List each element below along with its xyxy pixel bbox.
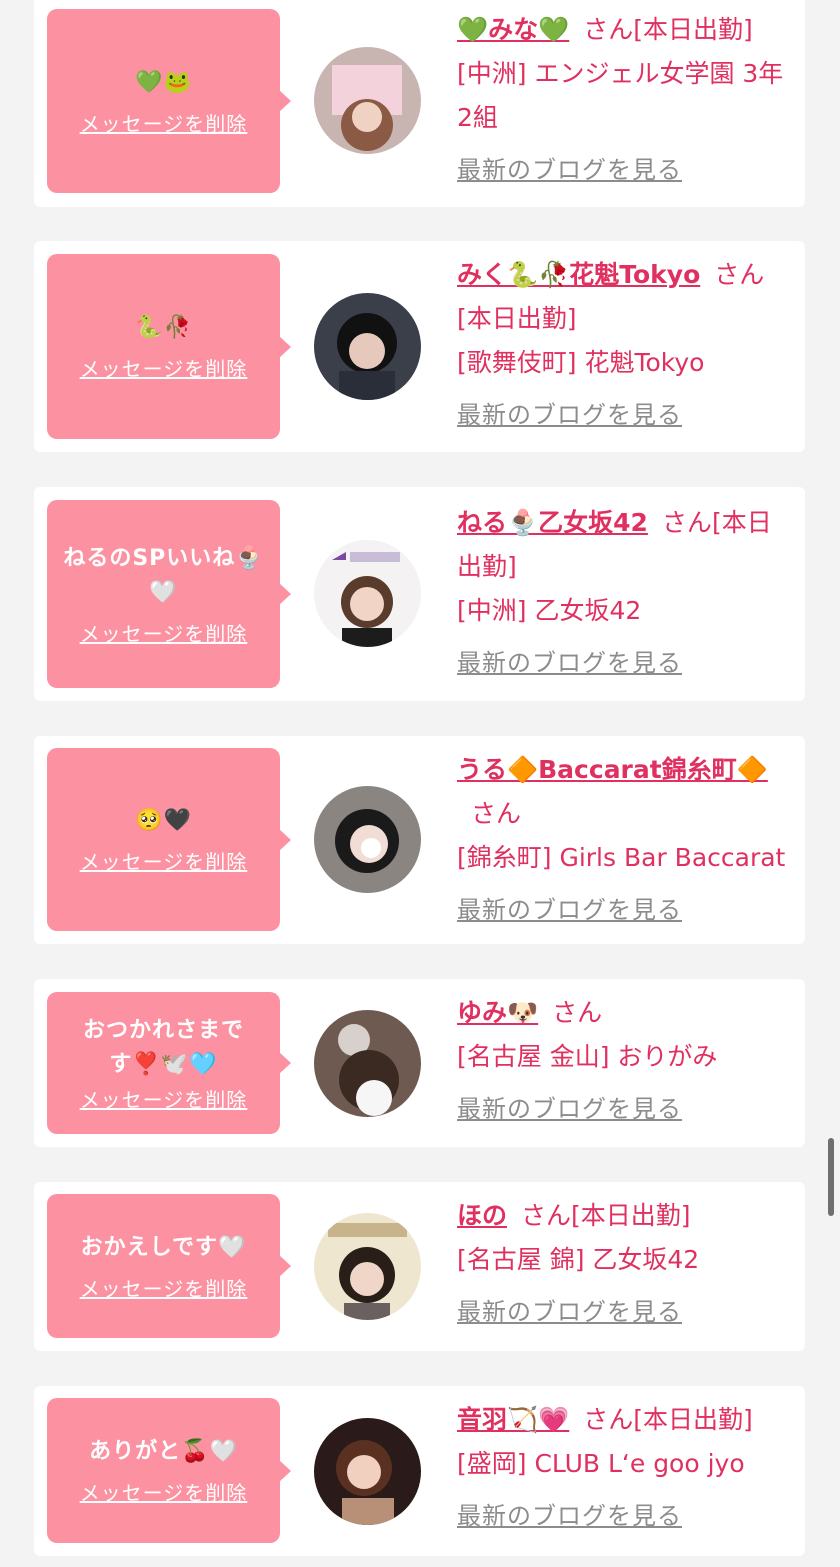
latest-blog-link[interactable]: 最新のブログを見る — [457, 393, 793, 437]
shop-text: [歌舞伎町] 花魁Tokyo — [457, 348, 705, 377]
avatar[interactable] — [314, 1213, 421, 1320]
avatar[interactable] — [314, 47, 421, 154]
profile-name-link[interactable]: 音羽🏹💗 — [457, 1405, 569, 1434]
honorific: さん — [714, 260, 765, 289]
message-text: 🥺🖤 — [135, 808, 192, 833]
honorific: さん — [552, 998, 603, 1027]
delete-message-link[interactable]: メッセージを削除 — [80, 353, 248, 382]
profile-name-link[interactable]: うる🔶Baccarat錦糸町🔶 — [457, 755, 768, 784]
profile-name-link[interactable]: みく🐍🥀花魁Tokyo — [457, 260, 700, 289]
message-card: ありがと🍒🤍 メッセージを削除 音羽🏹💗 さん[本日出勤] [盛岡] CLUB L… — [34, 1386, 805, 1556]
latest-blog-link[interactable]: 最新のブログを見る — [457, 148, 793, 192]
avatar[interactable] — [314, 293, 421, 400]
shop-text: [中洲] エンジェル女学園 3年2組 — [457, 59, 784, 132]
latest-blog-link[interactable]: 最新のブログを見る — [457, 641, 793, 685]
avatar[interactable] — [314, 1418, 421, 1525]
shop-text: [中洲] 乙女坂42 — [457, 596, 642, 625]
message-text: 💚🐸 — [135, 69, 192, 95]
profile-name-link[interactable]: ほの — [457, 1201, 507, 1230]
status-text: [本日出勤] — [633, 15, 753, 44]
shop-text: [名古屋 金山] おりがみ — [457, 1042, 718, 1071]
message-text: ありがと🍒🤍 — [89, 1439, 238, 1464]
shop-text: [盛岡] CLUB L‘e goo jyo — [457, 1449, 745, 1478]
message-text: おかえしです🤍 — [80, 1234, 247, 1260]
delete-message-link[interactable]: メッセージを削除 — [80, 846, 248, 875]
message-card: ねるのSPいいね🍨🤍 メッセージを削除 ねる🍨乙女坂42 さん[本日出勤] [中洲… — [34, 487, 805, 701]
honorific: さん — [661, 508, 712, 537]
profile-info: みく🐍🥀花魁Tokyo さん [本日出勤] [歌舞伎町] 花魁Tokyo 最新のブロ… — [457, 253, 793, 437]
latest-blog-link[interactable]: 最新のブログを見る — [457, 1290, 793, 1334]
latest-blog-link[interactable]: 最新のブログを見る — [457, 888, 793, 932]
message-bubble: ありがと🍒🤍 メッセージを削除 — [47, 1398, 291, 1543]
message-bubble: おつかれさまです❣️🕊️🩵 メッセージを削除 — [47, 992, 291, 1134]
status-text: [本日出勤] — [457, 304, 577, 333]
scrollbar[interactable] — [828, 1138, 834, 1216]
profile-name-link[interactable]: 💚みな💚 — [457, 15, 569, 44]
delete-message-link[interactable]: メッセージを削除 — [80, 1477, 248, 1506]
latest-blog-link[interactable]: 最新のブログを見る — [457, 1087, 793, 1131]
delete-message-link[interactable]: メッセージを削除 — [80, 618, 248, 647]
message-bubble: 🐍🥀 メッセージを削除 — [47, 254, 291, 439]
shop-text: [名古屋 錦] 乙女坂42 — [457, 1245, 700, 1274]
delete-message-link[interactable]: メッセージを削除 — [80, 108, 248, 137]
message-card: おかえしです🤍 メッセージを削除 ほの さん[本日出勤] [名古屋 錦] 乙女坂4… — [34, 1182, 805, 1351]
message-text: おつかれさまです❣️🕊️🩵 — [82, 1017, 244, 1077]
profile-info: ねる🍨乙女坂42 さん[本日出勤] [中洲] 乙女坂42 最新のブログを見る — [457, 501, 793, 685]
shop-text: [錦糸町] Girls Bar Baccarat — [457, 843, 786, 872]
message-card: 💚🐸 メッセージを削除 💚みな💚 さん[本日出勤] [中洲] エンジェル女学園 3… — [34, 0, 805, 207]
profile-info: ゆみ🐶 さん [名古屋 金山] おりがみ 最新のブログを見る — [457, 991, 793, 1131]
profile-info: うる🔶Baccarat錦糸町🔶 さん [錦糸町] Girls Bar Baccar… — [457, 748, 793, 932]
message-bubble: 💚🐸 メッセージを削除 — [47, 9, 291, 193]
honorific: さん — [583, 15, 634, 44]
profile-name-link[interactable]: ねる🍨乙女坂42 — [457, 508, 648, 537]
message-text: 🐍🥀 — [135, 315, 192, 340]
avatar[interactable] — [314, 1010, 421, 1117]
profile-name-link[interactable]: ゆみ🐶 — [457, 998, 538, 1027]
honorific: さん — [471, 799, 522, 828]
honorific: さん — [583, 1405, 634, 1434]
message-card: 🥺🖤 メッセージを削除 うる🔶Baccarat錦糸町🔶 さん [錦糸町] Girl… — [34, 736, 805, 944]
avatar[interactable] — [314, 540, 421, 647]
message-card: 🐍🥀 メッセージを削除 みく🐍🥀花魁Tokyo さん [本日出勤] [歌舞伎町] 花… — [34, 241, 805, 452]
avatar[interactable] — [314, 786, 421, 893]
status-text: [本日出勤] — [571, 1201, 691, 1230]
message-bubble: ねるのSPいいね🍨🤍 メッセージを削除 — [47, 500, 291, 688]
message-text: ねるのSPいいね🍨🤍 — [63, 545, 264, 605]
message-bubble: 🥺🖤 メッセージを削除 — [47, 748, 291, 931]
profile-info: 音羽🏹💗 さん[本日出勤] [盛岡] CLUB L‘e goo jyo 最新のブロ… — [457, 1398, 793, 1538]
delete-message-link[interactable]: メッセージを削除 — [80, 1273, 248, 1302]
message-bubble: おかえしです🤍 メッセージを削除 — [47, 1194, 291, 1338]
status-text: [本日出勤] — [633, 1405, 753, 1434]
delete-message-link[interactable]: メッセージを削除 — [80, 1084, 248, 1113]
profile-info: 💚みな💚 さん[本日出勤] [中洲] エンジェル女学園 3年2組 最新のブログを見… — [457, 8, 793, 192]
message-card: おつかれさまです❣️🕊️🩵 メッセージを削除 ゆみ🐶 さん [名古屋 金山] おり… — [34, 979, 805, 1147]
honorific: さん — [521, 1201, 572, 1230]
profile-info: ほの さん[本日出勤] [名古屋 錦] 乙女坂42 最新のブログを見る — [457, 1194, 793, 1334]
latest-blog-link[interactable]: 最新のブログを見る — [457, 1494, 793, 1538]
